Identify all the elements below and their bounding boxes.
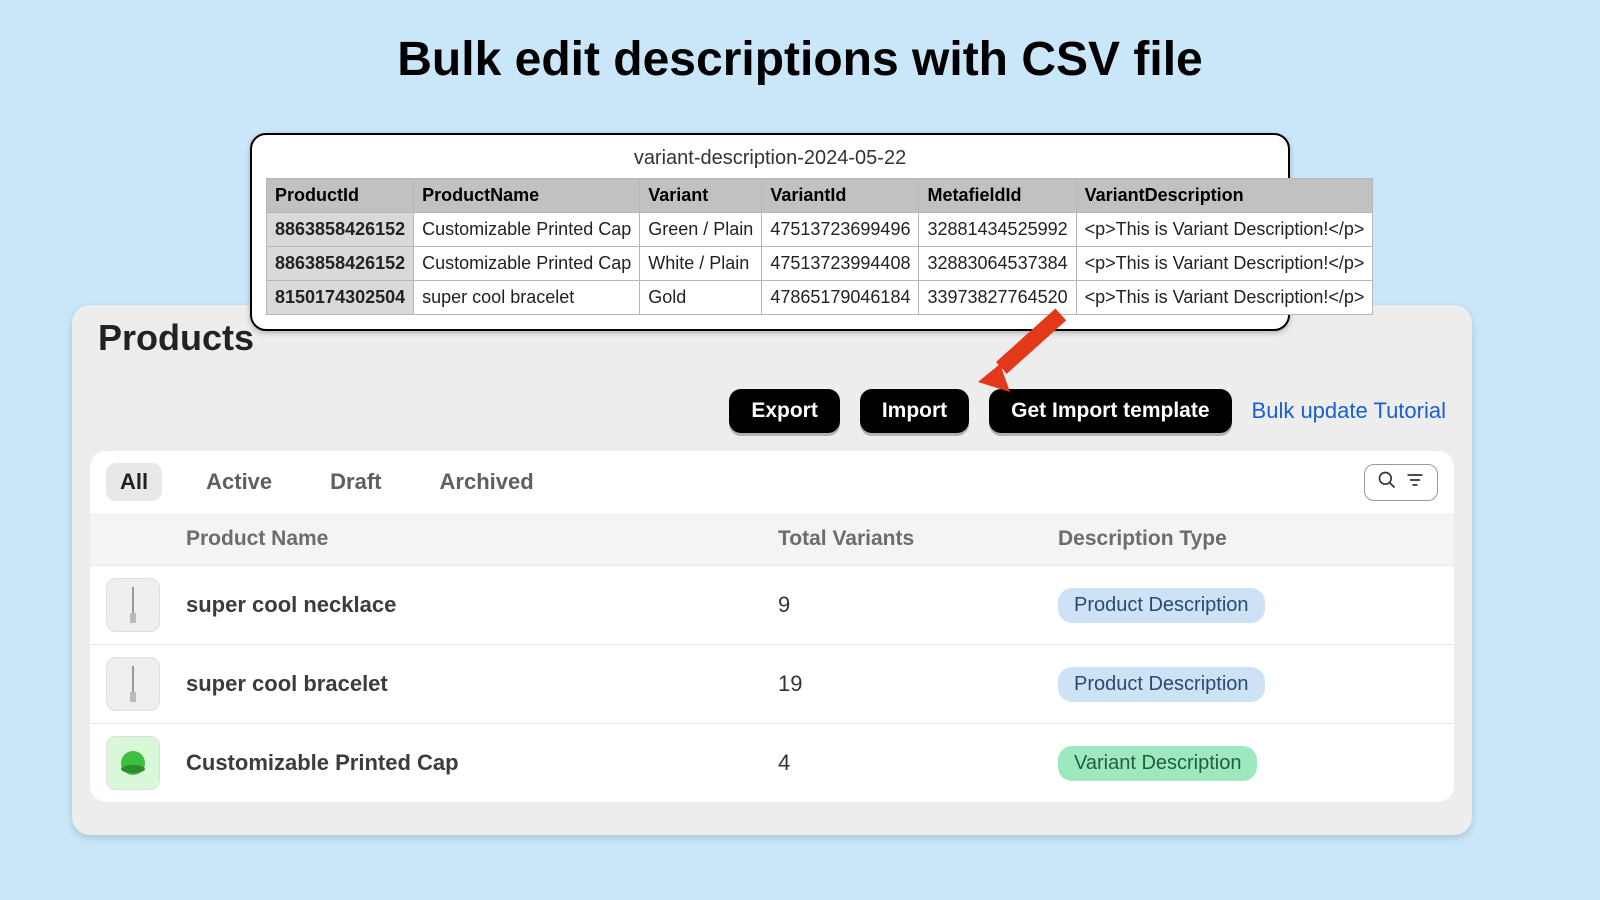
csv-cell: 32881434525992: [919, 213, 1076, 247]
description-type-badge: Variant Description: [1058, 746, 1257, 781]
product-thumbnail: [106, 657, 160, 711]
product-name: super cool necklace: [186, 592, 778, 618]
header-total-variants: Total Variants: [778, 527, 1058, 551]
filter-icon: [1405, 470, 1425, 495]
header-description-type: Description Type: [1058, 527, 1438, 551]
csv-header-cell: MetafieldId: [919, 179, 1076, 213]
csv-cell: Green / Plain: [640, 213, 762, 247]
product-thumbnail: [106, 736, 160, 790]
csv-filename: variant-description-2024-05-22: [266, 143, 1274, 178]
csv-cell: Customizable Printed Cap: [414, 213, 640, 247]
import-button[interactable]: Import: [860, 389, 969, 433]
csv-row: 8863858426152Customizable Printed CapWhi…: [267, 247, 1373, 281]
csv-header-cell: VariantId: [762, 179, 919, 213]
csv-cell: super cool bracelet: [414, 281, 640, 315]
tab-archived[interactable]: Archived: [426, 463, 548, 501]
product-name: super cool bracelet: [186, 671, 778, 697]
search-filter-button[interactable]: [1364, 464, 1438, 501]
action-row: Export Import Get Import template Bulk u…: [72, 359, 1472, 451]
product-row[interactable]: super cool bracelet19Product Description: [90, 644, 1454, 723]
csv-cell: 47865179046184: [762, 281, 919, 315]
csv-cell: 8863858426152: [267, 213, 414, 247]
csv-row: 8863858426152Customizable Printed CapGre…: [267, 213, 1373, 247]
header-product-name: Product Name: [186, 527, 778, 551]
jewelry-icon: [118, 664, 148, 704]
jewelry-icon: [118, 585, 148, 625]
csv-header-cell: ProductId: [267, 179, 414, 213]
csv-row: 8150174302504super cool braceletGold4786…: [267, 281, 1373, 315]
arrow-annotation: [978, 302, 1068, 397]
page-title: Bulk edit descriptions with CSV file: [0, 0, 1600, 87]
csv-cell: 8863858426152: [267, 247, 414, 281]
csv-header-cell: VariantDescription: [1076, 179, 1373, 213]
csv-cell: 47513723699496: [762, 213, 919, 247]
description-type-badge: Product Description: [1058, 667, 1265, 702]
csv-cell: 32883064537384: [919, 247, 1076, 281]
product-variants-count: 4: [778, 750, 1058, 776]
products-list: All Active Draft Archived Product Name Tota…: [90, 451, 1454, 802]
product-thumbnail: [106, 578, 160, 632]
tab-row: All Active Draft Archived: [90, 451, 1454, 513]
csv-cell: Gold: [640, 281, 762, 315]
export-button[interactable]: Export: [729, 389, 840, 433]
csv-preview-panel: variant-description-2024-05-22 ProductId…: [250, 133, 1290, 331]
cap-icon: [118, 748, 148, 778]
list-header-row: Product Name Total Variants Description …: [90, 513, 1454, 565]
csv-cell: <p>This is Variant Description!</p>: [1076, 247, 1373, 281]
products-card: Products Export Import Get Import templa…: [72, 305, 1472, 835]
csv-table: ProductIdProductNameVariantVariantIdMeta…: [266, 178, 1373, 315]
csv-header-cell: ProductName: [414, 179, 640, 213]
product-variants-count: 9: [778, 592, 1058, 618]
tab-active[interactable]: Active: [192, 463, 286, 501]
product-variants-count: 19: [778, 671, 1058, 697]
search-icon: [1377, 470, 1397, 495]
tab-draft[interactable]: Draft: [316, 463, 395, 501]
product-row[interactable]: Customizable Printed Cap4Variant Descrip…: [90, 723, 1454, 802]
bulk-update-tutorial-link[interactable]: Bulk update Tutorial: [1252, 398, 1446, 424]
product-row[interactable]: super cool necklace9Product Description: [90, 565, 1454, 644]
csv-cell: 47513723994408: [762, 247, 919, 281]
tab-all[interactable]: All: [106, 463, 162, 501]
product-name: Customizable Printed Cap: [186, 750, 778, 776]
csv-cell: <p>This is Variant Description!</p>: [1076, 213, 1373, 247]
csv-cell: 8150174302504: [267, 281, 414, 315]
csv-cell: White / Plain: [640, 247, 762, 281]
csv-cell: Customizable Printed Cap: [414, 247, 640, 281]
csv-cell: <p>This is Variant Description!</p>: [1076, 281, 1373, 315]
csv-header-cell: Variant: [640, 179, 762, 213]
description-type-badge: Product Description: [1058, 588, 1265, 623]
